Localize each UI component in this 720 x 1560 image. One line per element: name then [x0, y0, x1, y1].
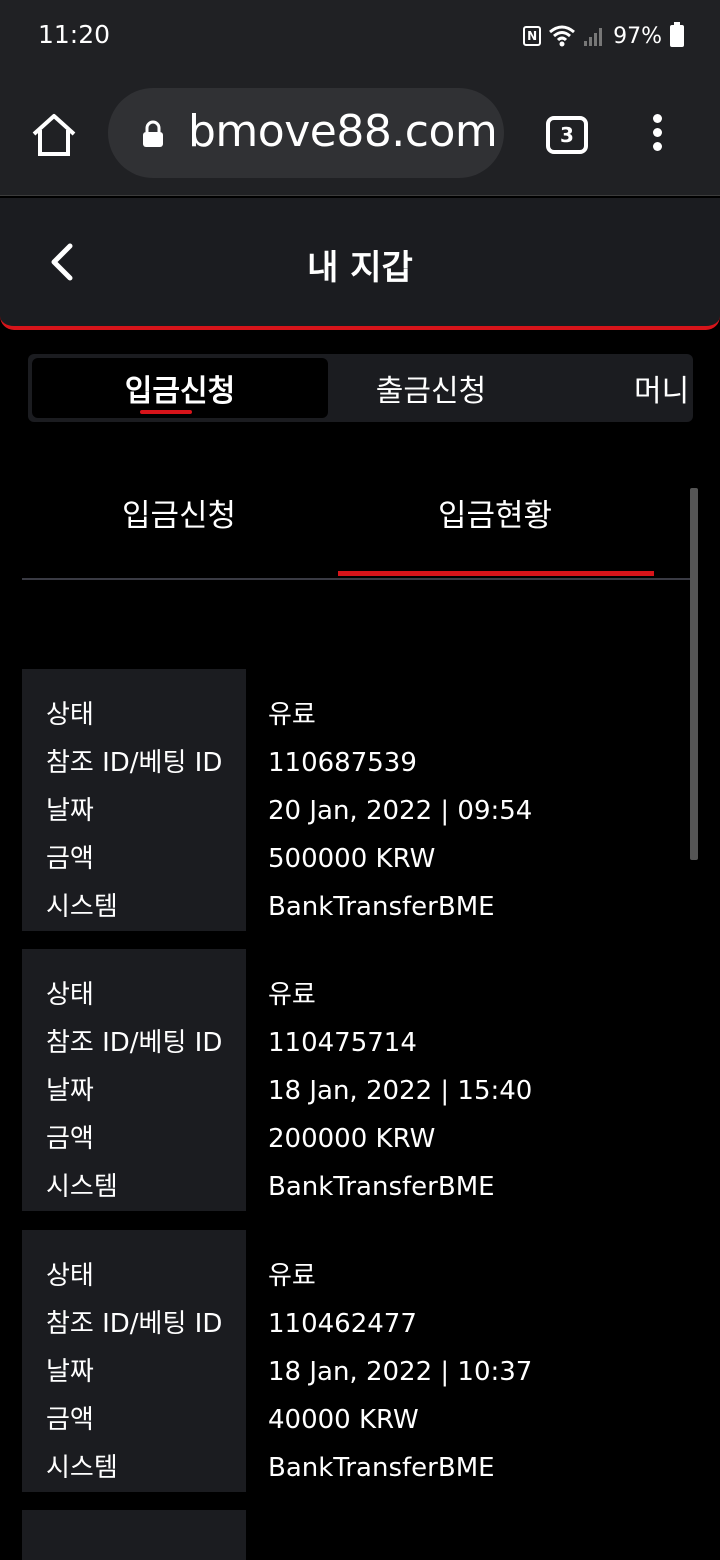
record-values: 유료 110475714 18 Jan, 2022 | 15:40 200000…: [268, 949, 532, 1211]
deposit-record: 상태 참조 ID/베팅 ID 날짜 금액 시스템 유료 110475714 18…: [22, 949, 682, 1211]
more-vert-icon[interactable]: [650, 114, 664, 156]
deposit-record: 상태 참조 ID/베팅 ID 날짜 금액 시스템 유료 110687539 20…: [22, 669, 682, 931]
subtab-deposit-status[interactable]: 입금현황: [438, 490, 552, 535]
record-labels: 상태 참조 ID/베팅 ID 날짜 금액 시스템: [22, 1230, 246, 1492]
label-amount: 금액: [46, 1405, 94, 1435]
status-time: 11:20: [38, 20, 111, 49]
label-system: 시스템: [46, 1453, 118, 1483]
wifi-icon: [549, 25, 576, 47]
battery-percent: 97%: [613, 23, 662, 49]
record-values: 유료 110462477 18 Jan, 2022 | 10:37 40000 …: [268, 1230, 532, 1492]
label-system: 시스템: [46, 892, 118, 922]
page-header: 내 지갑: [0, 198, 720, 330]
subtab-deposit-request[interactable]: 입금신청: [122, 490, 236, 535]
record-labels: 상태 참조 ID/베팅 ID 날짜 금액 시스템: [22, 669, 246, 931]
tab-label: 출금신청: [375, 374, 487, 409]
value-ref-id: 110687539: [268, 748, 417, 778]
value-date: 18 Jan, 2022 | 10:37: [268, 1357, 533, 1387]
value-status: 유료: [268, 980, 316, 1010]
active-subtab-indicator: [338, 571, 654, 576]
value-amount: 40000 KRW: [268, 1405, 419, 1435]
tabs-icon[interactable]: 3: [546, 116, 588, 154]
label-ref-id: 참조 ID/베팅 ID: [46, 1309, 223, 1339]
address-bar[interactable]: bmove88.com: [108, 88, 504, 178]
label-system: 시스템: [46, 1172, 118, 1202]
label-ref-id: 참조 ID/베팅 ID: [46, 1028, 223, 1058]
value-ref-id: 110475714: [268, 1028, 417, 1058]
label-date: 날짜: [46, 1357, 94, 1387]
deposit-record-partial: [22, 1510, 246, 1560]
label-ref-id: 참조 ID/베팅 ID: [46, 748, 223, 778]
record-values: 유료 110687539 20 Jan, 2022 | 09:54 500000…: [268, 669, 532, 931]
home-icon[interactable]: [30, 112, 78, 158]
label-amount: 금액: [46, 844, 94, 874]
lock-icon: [143, 120, 163, 147]
record-labels: 상태 참조 ID/베팅 ID 날짜 금액 시스템: [22, 949, 246, 1211]
value-system: BankTransferBME: [268, 1453, 495, 1483]
tab-money[interactable]: 머니: [634, 354, 693, 422]
deposit-record: 상태 참조 ID/베팅 ID 날짜 금액 시스템 유료 110462477 18…: [22, 1230, 682, 1492]
nfc-icon: N: [523, 26, 542, 46]
status-icons: N 97%: [523, 20, 684, 52]
label-date: 날짜: [46, 796, 94, 826]
value-ref-id: 110462477: [268, 1309, 417, 1339]
tab-withdraw-request[interactable]: 출금신청: [296, 354, 566, 422]
browser-toolbar: bmove88.com 3: [0, 72, 720, 196]
value-status: 유료: [268, 1261, 316, 1291]
page-title: 내 지갑: [307, 248, 413, 288]
sub-tab-bar: 입금신청 입금현황: [22, 468, 698, 580]
scrollbar[interactable]: [690, 488, 698, 860]
value-date: 20 Jan, 2022 | 09:54: [268, 796, 533, 826]
status-bar: 11:20 N 97%: [0, 0, 720, 72]
tab-deposit-request[interactable]: 입금신청: [32, 358, 328, 418]
value-amount: 200000 KRW: [268, 1124, 436, 1154]
tab-label: 입금신청: [124, 374, 236, 409]
tab-label: 머니: [634, 374, 690, 409]
active-tab-indicator: [140, 410, 192, 414]
battery-icon: [670, 22, 684, 47]
signal-icon: [584, 28, 603, 46]
url-text: bmove88.com: [188, 106, 498, 157]
label-status: 상태: [46, 980, 94, 1010]
tab-count: 3: [560, 123, 574, 147]
value-system: BankTransferBME: [268, 892, 495, 922]
value-system: BankTransferBME: [268, 1172, 495, 1202]
label-status: 상태: [46, 700, 94, 730]
main-tab-bar: 입금신청 출금신청 머니: [28, 354, 693, 422]
value-amount: 500000 KRW: [268, 844, 436, 874]
label-amount: 금액: [46, 1124, 94, 1154]
label-status: 상태: [46, 1261, 94, 1291]
label-date: 날짜: [46, 1076, 94, 1106]
value-status: 유료: [268, 700, 316, 730]
value-date: 18 Jan, 2022 | 15:40: [268, 1076, 533, 1106]
